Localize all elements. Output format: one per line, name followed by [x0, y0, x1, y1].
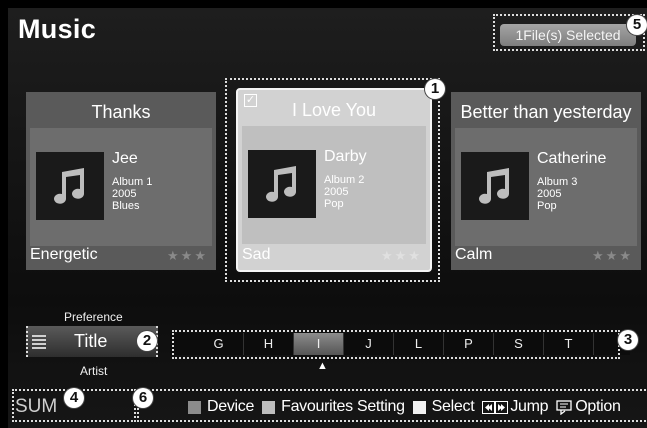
- help-favourites-setting[interactable]: Favourites Setting: [262, 398, 405, 416]
- sort-option-previous[interactable]: Preference: [64, 310, 123, 324]
- callout-5: 5: [627, 15, 647, 35]
- help-bar: Device Favourites Setting Select Jump Op…: [188, 398, 629, 416]
- skip-icon: [482, 400, 509, 414]
- help-label: Jump: [510, 398, 549, 415]
- music-note-icon: [461, 152, 529, 220]
- card-title: Better than yesterday: [460, 102, 632, 122]
- help-label: Favourites Setting: [281, 398, 405, 415]
- sort-option-current[interactable]: Title: [74, 331, 107, 352]
- help-option[interactable]: Option: [556, 398, 621, 416]
- sort-option-next[interactable]: Artist: [80, 364, 107, 378]
- card-mood: Energetic: [30, 246, 98, 263]
- tools-icon: [556, 399, 572, 415]
- card-year: 2005: [112, 188, 137, 200]
- page-title: Music: [18, 14, 97, 44]
- light-key-icon: [262, 400, 276, 414]
- callout-2: 2: [137, 331, 157, 351]
- card-info-panel: Catherine Album 3 2005 Pop: [455, 128, 637, 246]
- callout-6: 6: [133, 388, 153, 408]
- rating-stars: ★★★: [167, 248, 208, 263]
- help-label: Device: [207, 398, 255, 415]
- callout-4: 4: [64, 388, 84, 408]
- selection-status-badge: 1File(s) Selected: [500, 24, 636, 46]
- help-label: Select: [431, 398, 475, 415]
- card-album: Album 3: [537, 176, 578, 188]
- callout-3: 3: [618, 330, 638, 350]
- card-artist: Catherine: [537, 150, 607, 167]
- card-genre: Pop: [537, 200, 557, 212]
- pointer-up-icon: ▲: [317, 360, 328, 372]
- gray-key-icon: [188, 400, 201, 414]
- focus-frame: [225, 78, 440, 282]
- card-artist: Jee: [112, 150, 138, 167]
- card-info-panel: Jee Album 1 2005 Blues: [30, 128, 212, 246]
- help-jump[interactable]: Jump: [482, 398, 549, 416]
- card-year: 2005: [537, 188, 562, 200]
- help-label: Option: [575, 398, 621, 415]
- music-note-icon: [36, 152, 104, 220]
- sum-button[interactable]: SUM: [15, 396, 57, 418]
- help-select[interactable]: Select: [412, 398, 475, 416]
- jump-bar-frame: [172, 330, 620, 359]
- card-title: Thanks: [91, 102, 151, 122]
- music-card-better-than-yesterday[interactable]: Better than yesterday Catherine Album 3 …: [451, 92, 641, 270]
- white-key-icon: [412, 400, 426, 414]
- help-device[interactable]: Device: [188, 398, 254, 416]
- list-icon: [32, 335, 46, 351]
- rating-stars: ★★★: [592, 248, 633, 263]
- music-card-thanks[interactable]: Thanks Jee Album 1 2005 Blues Energetic …: [26, 92, 216, 270]
- card-album: Album 1: [112, 176, 153, 188]
- callout-1: 1: [425, 79, 445, 99]
- card-genre: Blues: [112, 200, 140, 212]
- card-mood: Calm: [455, 246, 493, 263]
